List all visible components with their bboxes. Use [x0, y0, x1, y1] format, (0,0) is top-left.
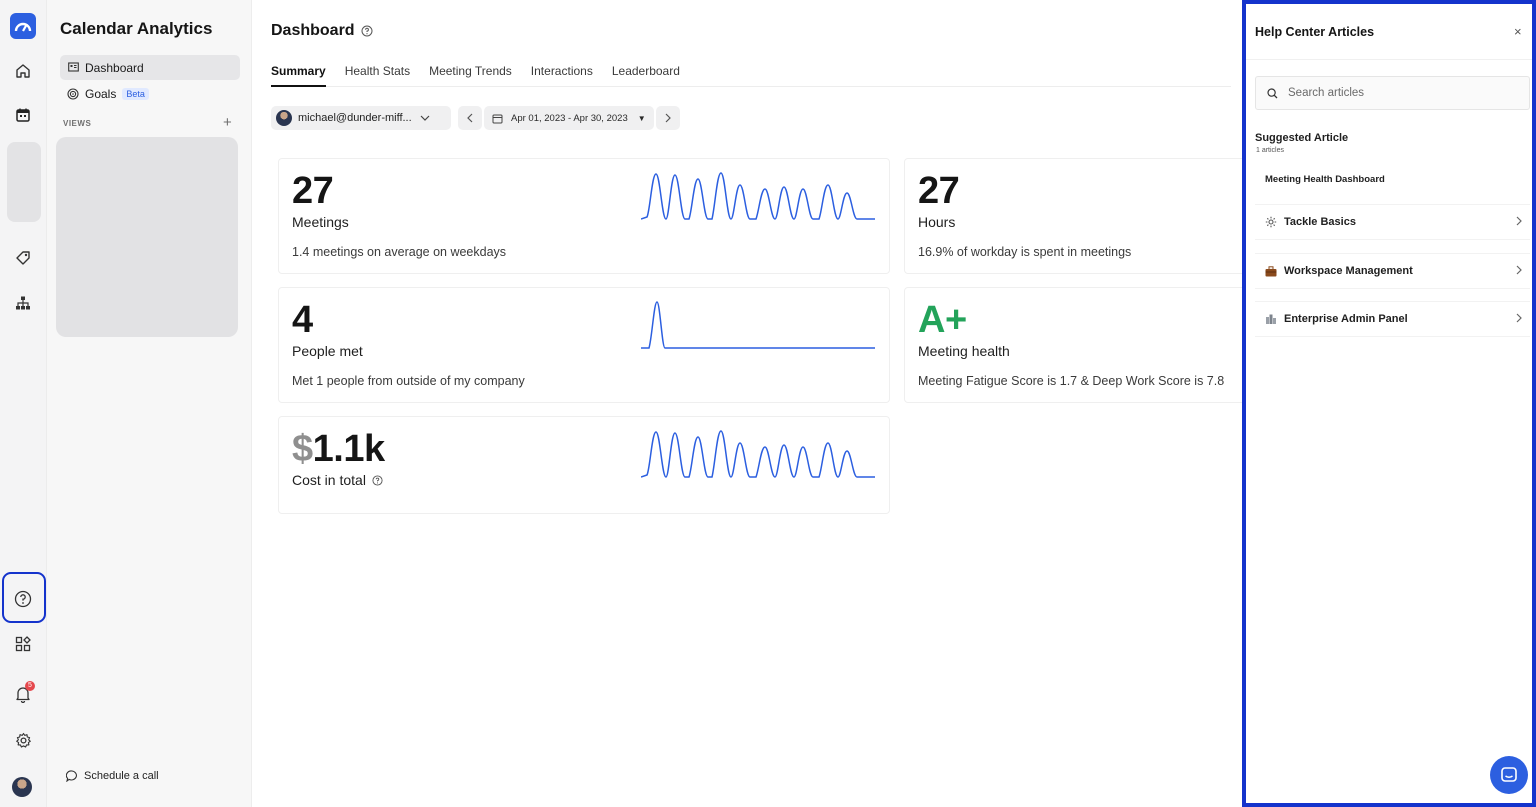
cost-label-text: Cost in total [292, 472, 366, 488]
app-title: Calendar Analytics [60, 19, 213, 38]
collection-label: Workspace Management [1284, 265, 1413, 277]
search-input[interactable] [1288, 87, 1508, 99]
user-filter-value: michael@dunder-miff... [298, 112, 412, 124]
help-panel-title: Help Center Articles [1255, 25, 1375, 39]
views-section-label: VIEWS [63, 119, 92, 128]
left-nav: Calendar Analytics Dashboard Goals Beta … [47, 0, 252, 807]
gear-icon[interactable] [11, 728, 35, 752]
org-chart-icon[interactable] [11, 291, 35, 315]
suggested-article-heading: Suggested Article [1255, 132, 1349, 144]
meeting-health-label: Meeting health [918, 343, 1010, 359]
collection-workspace-management[interactable]: Workspace Management [1255, 253, 1530, 289]
tab-interactions[interactable]: Interactions [531, 60, 593, 87]
cost-sparkline [641, 430, 875, 478]
meetings-card: 27 Meetings 1.4 meetings on average on w… [278, 158, 890, 274]
help-divider [1246, 59, 1532, 60]
icon-rail: 5 [0, 0, 47, 807]
caret-down-icon: ▼ [637, 113, 646, 123]
nav-item-goals[interactable]: Goals Beta [60, 81, 240, 106]
chevron-right-icon [1516, 313, 1522, 323]
meeting-health-grade: A+ [918, 299, 967, 341]
date-range-control: Apr 01, 2023 - Apr 30, 2023 ▼ [458, 106, 680, 130]
gear-icon [1265, 216, 1277, 228]
date-range-value: Apr 01, 2023 - Apr 30, 2023 [511, 112, 628, 124]
people-met-sparkline [641, 301, 875, 349]
dashboard-icon [67, 62, 79, 74]
chevron-right-icon [1516, 265, 1522, 275]
user-filter-dropdown[interactable]: michael@dunder-miff... [271, 106, 451, 130]
hours-value: 27 [918, 170, 960, 212]
meeting-health-description: Meeting Fatigue Score is 1.7 & Deep Work… [918, 374, 1225, 388]
user-avatar [276, 110, 292, 126]
tab-health-stats[interactable]: Health Stats [345, 60, 410, 87]
nav-item-dashboard[interactable]: Dashboard [60, 55, 240, 80]
suggested-article-count: 1 articles [1256, 147, 1285, 154]
cost-label: Cost in total [292, 472, 383, 488]
help-circle-icon[interactable] [372, 474, 383, 486]
schedule-call-link[interactable]: Schedule a call [66, 770, 159, 782]
target-icon [67, 87, 79, 100]
collection-label: Enterprise Admin Panel [1284, 313, 1408, 325]
page-title-text: Dashboard [271, 22, 355, 39]
collection-tackle-basics[interactable]: Tackle Basics [1255, 204, 1530, 240]
cost-value: $1.1k [292, 429, 385, 469]
cost-card: $1.1k Cost in total [278, 416, 890, 514]
collection-label: Tackle Basics [1284, 216, 1356, 228]
rail-placeholder [7, 142, 41, 222]
calendar-icon [492, 113, 503, 124]
hours-description: 16.9% of workday is spent in meetings [918, 245, 1132, 259]
collection-enterprise-admin-panel[interactable]: Enterprise Admin Panel [1255, 301, 1530, 337]
currency-symbol: $ [292, 428, 313, 470]
people-met-label: People met [292, 343, 363, 359]
tab-summary[interactable]: Summary [271, 60, 326, 87]
tab-meeting-trends[interactable]: Meeting Trends [429, 60, 512, 87]
chat-icon [66, 770, 78, 782]
views-placeholder [56, 137, 238, 337]
search-box [1255, 76, 1530, 110]
avatar[interactable] [12, 777, 32, 797]
meetings-description: 1.4 meetings on average on weekdays [292, 245, 507, 259]
notification-badge: 5 [25, 681, 35, 691]
meetings-value: 27 [292, 170, 334, 212]
close-icon[interactable]: × [1514, 24, 1522, 39]
chat-launcher-button[interactable] [1490, 756, 1528, 794]
page-title: Dashboard [271, 22, 373, 40]
nav-item-label: Dashboard [85, 60, 144, 75]
dashboard-tabs: Summary Health Stats Meeting Trends Inte… [271, 60, 1231, 87]
date-range-picker[interactable]: Apr 01, 2023 - Apr 30, 2023 ▼ [484, 106, 654, 130]
building-icon [1265, 313, 1277, 325]
previous-period-button[interactable] [458, 106, 482, 130]
search-icon [1267, 87, 1278, 99]
logo-icon[interactable] [10, 13, 36, 39]
beta-badge: Beta [122, 87, 149, 100]
home-icon[interactable] [11, 59, 35, 83]
schedule-call-label: Schedule a call [84, 770, 159, 782]
help-center-panel: Help Center Articles × Suggested Article… [1242, 0, 1536, 807]
cost-amount: 1.1k [312, 428, 385, 470]
apps-icon[interactable] [11, 632, 35, 656]
nav-item-label: Goals [85, 86, 117, 101]
chat-icon [1500, 766, 1518, 784]
tag-icon[interactable] [11, 246, 35, 270]
help-icon[interactable] [11, 587, 35, 611]
people-met-value: 4 [292, 299, 313, 341]
briefcase-icon [1265, 265, 1277, 277]
main-content: Dashboard Summary Health Stats Meeting T… [252, 0, 1516, 807]
calendar-icon[interactable] [11, 103, 35, 127]
meetings-label: Meetings [292, 214, 349, 230]
tab-leaderboard[interactable]: Leaderboard [612, 60, 680, 87]
hours-label: Hours [918, 214, 956, 230]
add-view-button[interactable]: + [223, 114, 232, 131]
meetings-sparkline [641, 172, 875, 220]
help-circle-icon[interactable] [361, 25, 373, 37]
people-met-card: 4 People met Met 1 people from outside o… [278, 287, 890, 403]
next-period-button[interactable] [655, 106, 680, 130]
chevron-down-icon [420, 115, 430, 121]
suggested-article-link[interactable]: Meeting Health Dashboard [1265, 174, 1385, 185]
chevron-right-icon [1516, 216, 1522, 226]
people-met-description: Met 1 people from outside of my company [292, 374, 525, 388]
